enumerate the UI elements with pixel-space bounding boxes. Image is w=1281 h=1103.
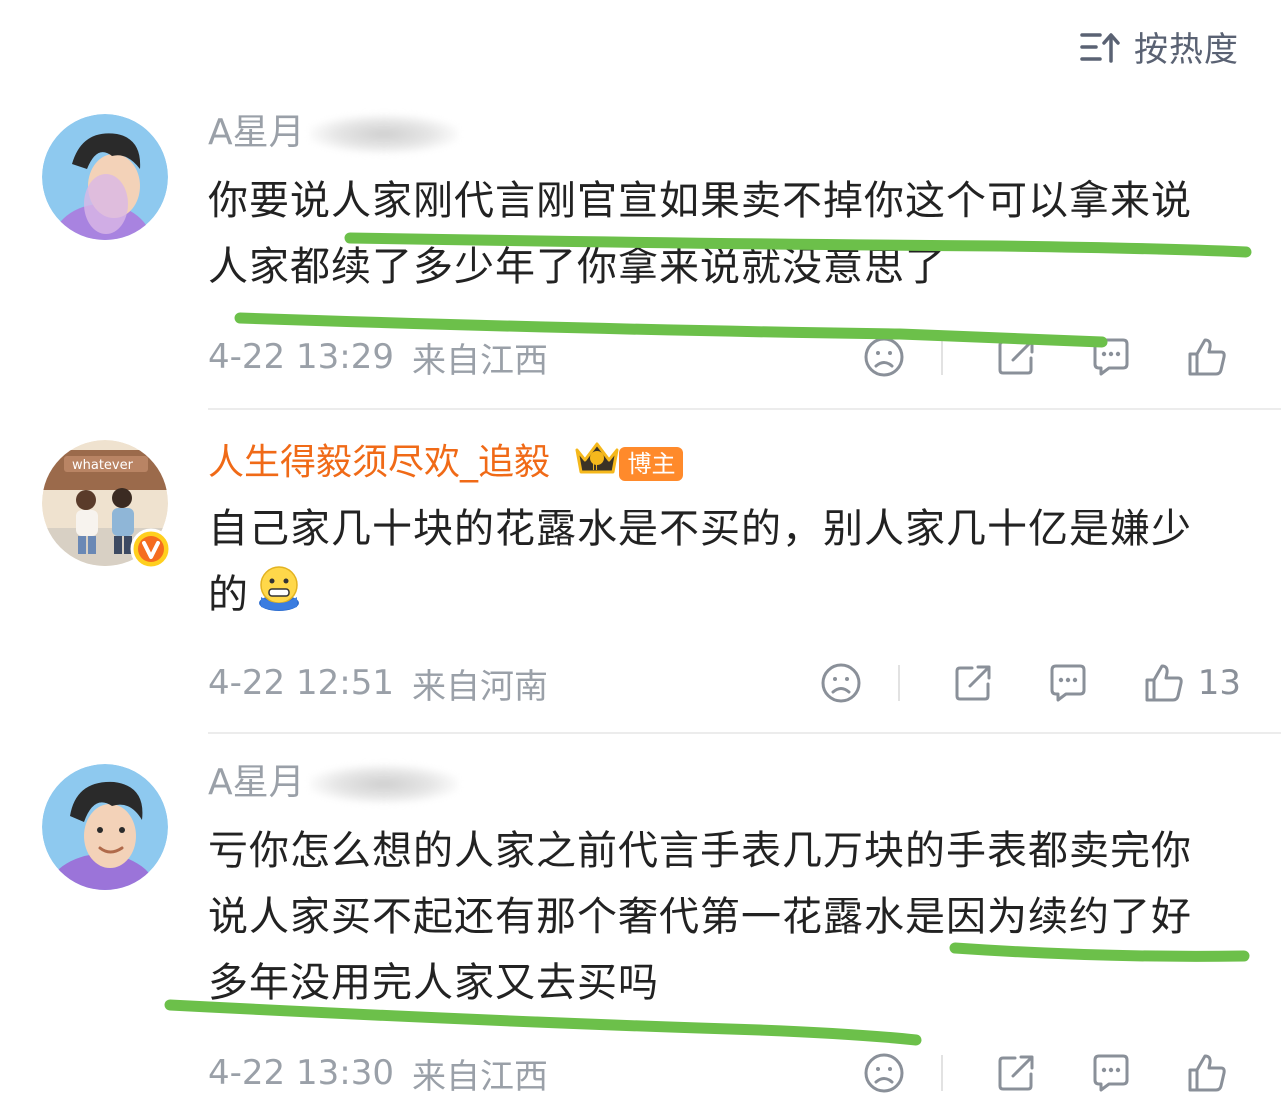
- dislike-button[interactable]: [863, 336, 905, 378]
- share-button[interactable]: [995, 336, 1037, 378]
- like-button[interactable]: [1185, 335, 1241, 379]
- comment-meta: 4-22 12:51 来自河南 13: [208, 658, 1241, 708]
- sad-face-icon: [821, 663, 861, 703]
- share-icon: [998, 339, 1034, 375]
- action-separator: [897, 665, 900, 701]
- sort-by-hot-button[interactable]: 按热度: [1080, 22, 1239, 71]
- comment-location: 来自江西: [411, 1056, 548, 1097]
- comment-username[interactable]: A星月: [208, 758, 1241, 808]
- blogger-badge: 博主: [619, 447, 684, 481]
- sad-face-icon: [864, 337, 904, 377]
- action-separator: [941, 339, 943, 375]
- comment-username[interactable]: A星月: [208, 108, 1241, 158]
- comment-location: 来自江西: [411, 340, 548, 381]
- like-button[interactable]: [1185, 1051, 1241, 1095]
- comment-location: 来自河南: [411, 666, 548, 707]
- comment-bubble-icon: [1093, 338, 1129, 376]
- avatar-image: [42, 114, 168, 240]
- avatar-image: [42, 764, 168, 890]
- sort-label: 按热度: [1134, 30, 1239, 70]
- share-button[interactable]: [995, 1052, 1037, 1094]
- blurred-name-patch: [308, 764, 459, 804]
- comment-divider: [208, 408, 1281, 410]
- comment-actions: [811, 1048, 1241, 1098]
- share-icon: [955, 665, 991, 701]
- dislike-button[interactable]: [863, 1052, 905, 1094]
- comment-time: 4-22 12:51: [208, 663, 394, 703]
- comment-text: 亏你怎么想的人家之前代言手表几万块的手表都卖完你说人家买不起还有那个奢代第一花露…: [208, 828, 1192, 1006]
- avatar[interactable]: whatever: [42, 440, 172, 570]
- reply-button[interactable]: [1089, 1052, 1133, 1094]
- svg-text:whatever: whatever: [72, 458, 134, 473]
- comment-time: 4-22 13:30: [208, 1053, 394, 1093]
- like-count: 13: [1197, 663, 1241, 703]
- shivering-face-emoji: [257, 563, 301, 631]
- reply-button[interactable]: [1089, 336, 1133, 378]
- dislike-button[interactable]: [820, 662, 862, 704]
- comment-bubble-icon: [1093, 1054, 1129, 1092]
- comment-username[interactable]: 人生得毅须尽欢_追毅 II 博主: [208, 436, 1241, 486]
- comment-text: 自己家几十块的花露水是不买的，别人家几十亿是嫌少的: [208, 496, 1218, 631]
- comment-divider: [208, 732, 1281, 734]
- thumbs-up-icon: [1188, 338, 1226, 376]
- comment-time: 4-22 13:29: [208, 337, 394, 377]
- sad-face-icon: [864, 1053, 904, 1093]
- avatar[interactable]: [42, 764, 168, 890]
- reply-button[interactable]: [1046, 662, 1090, 704]
- sort-icon: [1080, 30, 1120, 64]
- thumbs-up-icon: [1188, 1054, 1226, 1092]
- crown-icon: II: [571, 436, 623, 492]
- comment-actions: [811, 332, 1241, 382]
- like-button[interactable]: 13: [1142, 661, 1241, 705]
- comment-bubble-icon: [1050, 664, 1086, 702]
- action-separator: [941, 1055, 943, 1091]
- avatar[interactable]: [42, 114, 168, 240]
- comment-text: 你要说人家刚代言刚官宣如果卖不掉你这个可以拿来说人家都续了多少年了你拿来说就没意…: [208, 178, 1192, 290]
- comment-meta: 4-22 13:29 来自江西: [208, 332, 1241, 382]
- comment-meta: 4-22 13:30 来自江西: [208, 1048, 1241, 1098]
- share-icon: [998, 1055, 1034, 1091]
- thumbs-up-icon: [1145, 664, 1183, 702]
- blurred-name-patch: [308, 114, 459, 154]
- svg-text:II: II: [592, 462, 598, 473]
- verified-v-icon: [130, 528, 172, 570]
- share-button[interactable]: [952, 662, 994, 704]
- comment-actions: 13: [768, 658, 1241, 708]
